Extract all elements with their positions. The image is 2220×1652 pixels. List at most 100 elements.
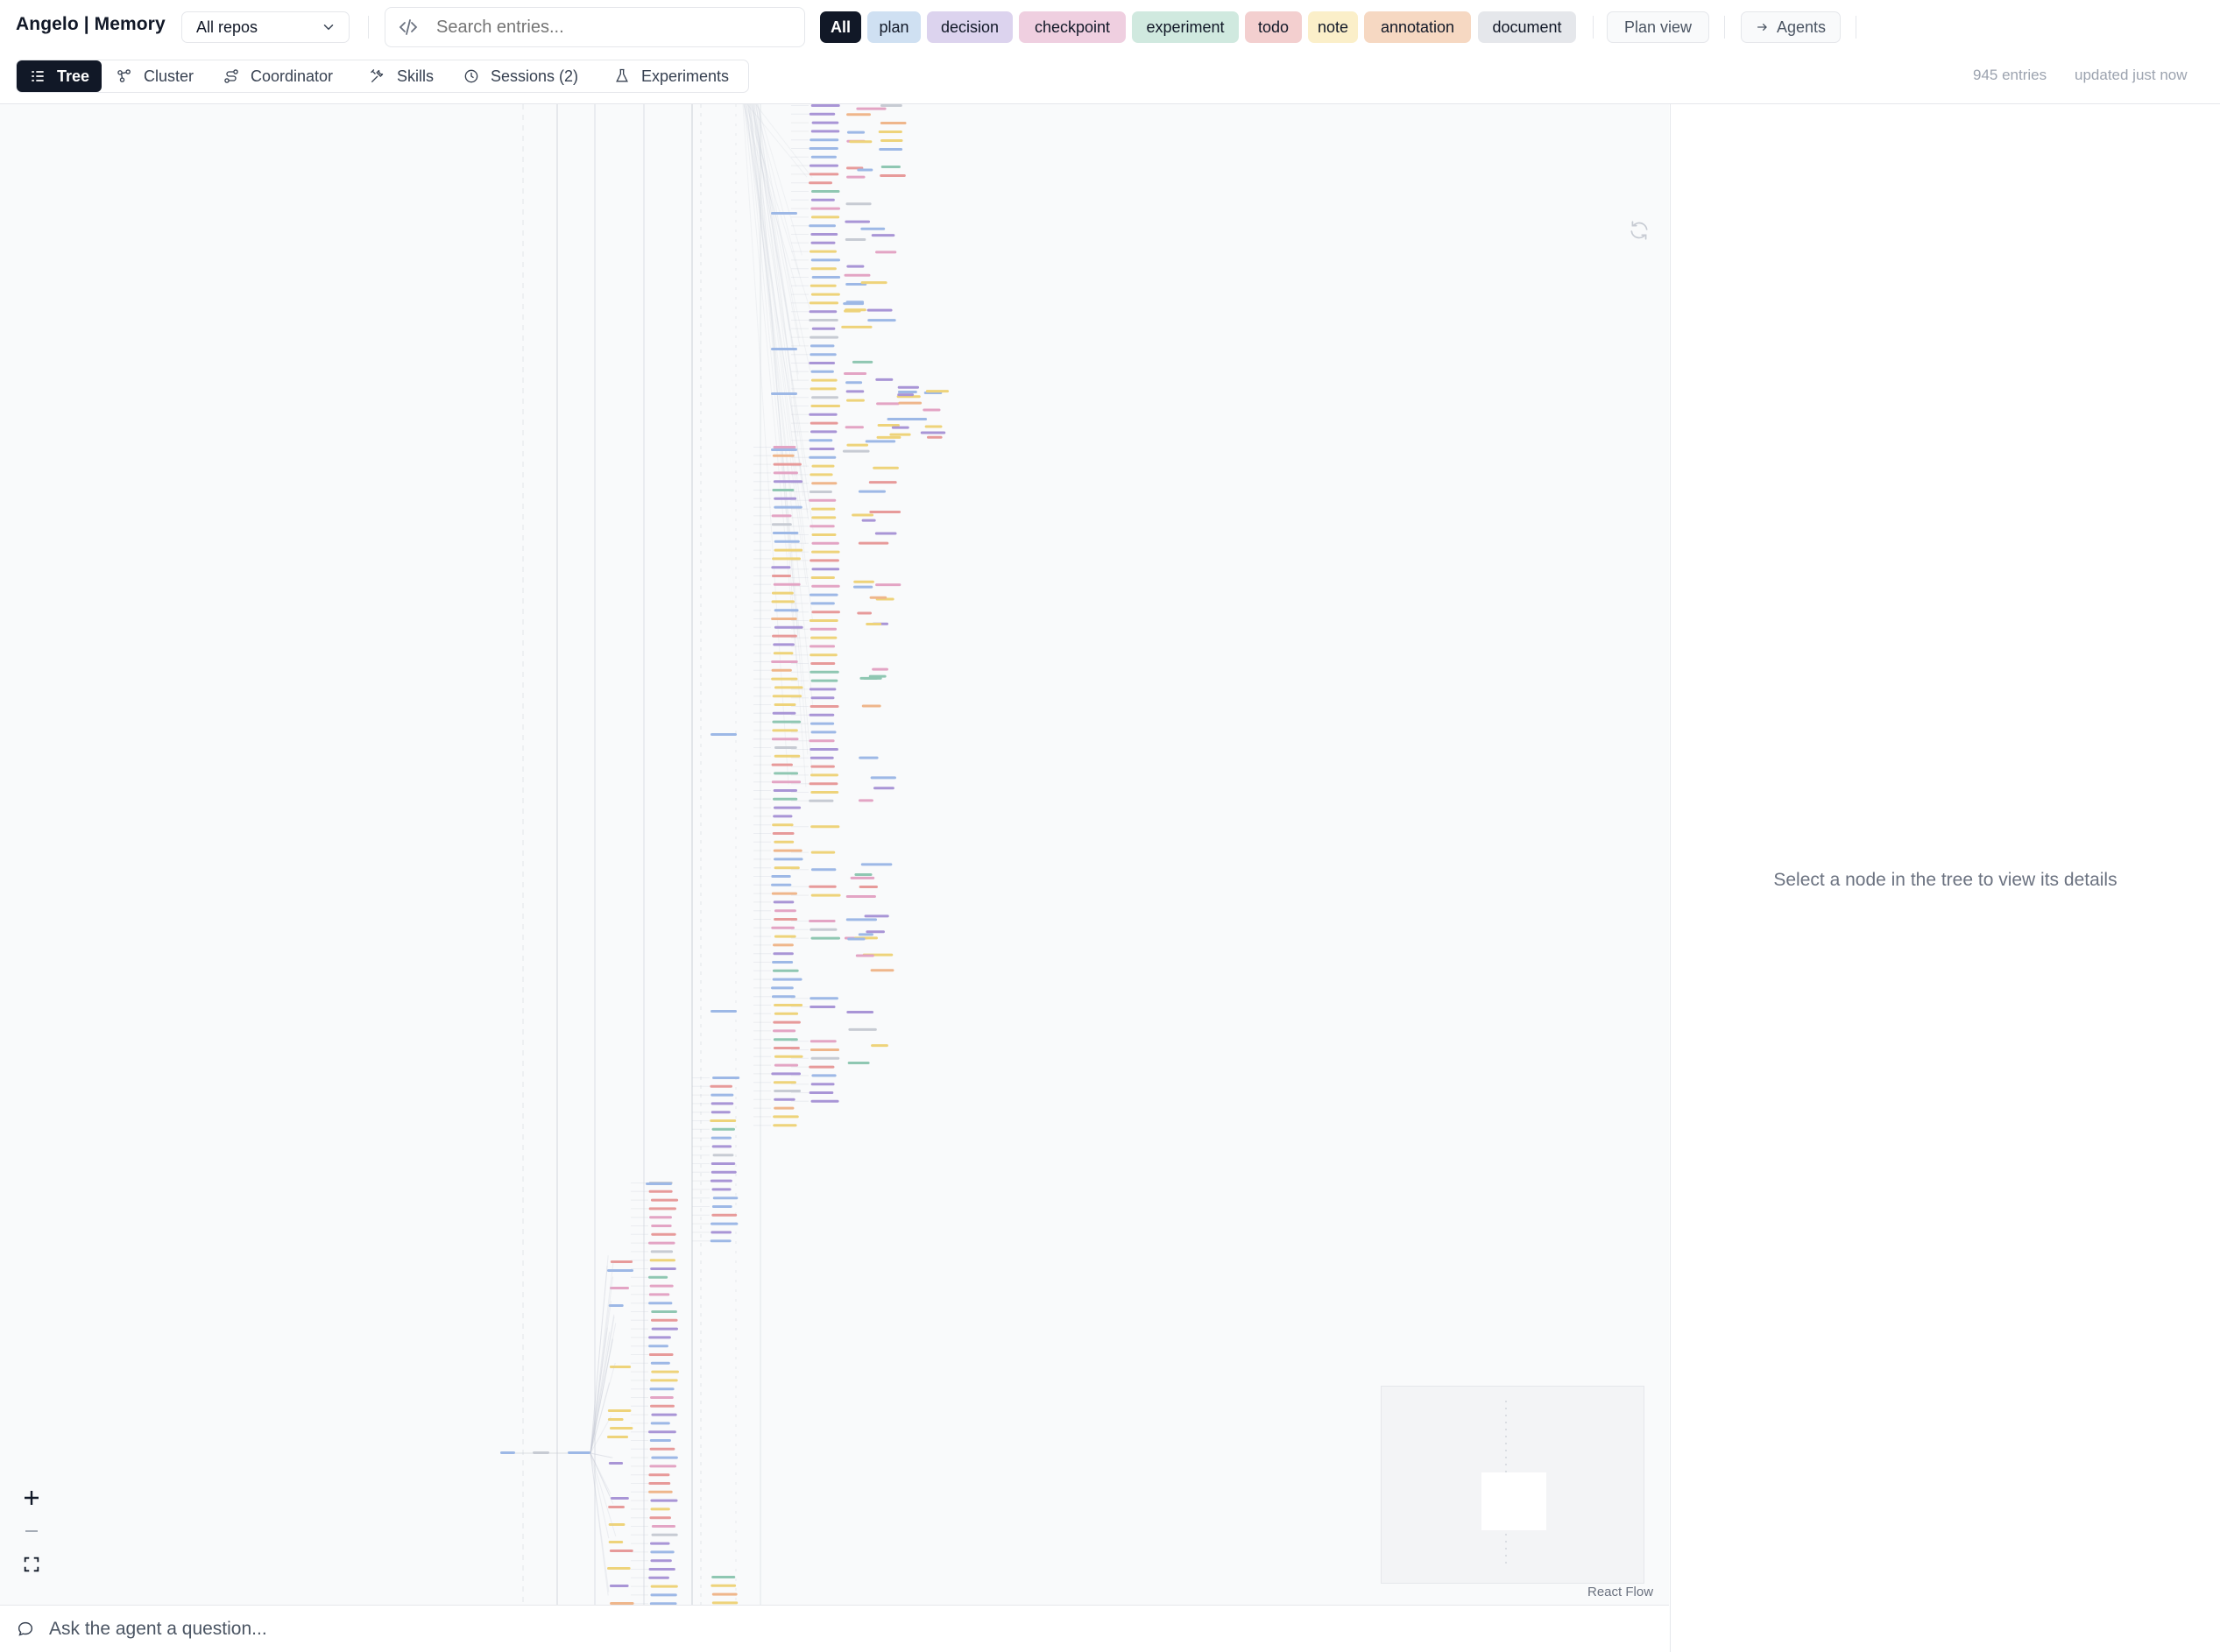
filter-chip-plan[interactable]: plan	[867, 11, 921, 43]
tree-node-decision[interactable]	[648, 1576, 669, 1579]
tree-node-annotation[interactable]	[846, 113, 871, 116]
tree-node-document[interactable]	[842, 449, 870, 453]
tree-node-document[interactable]	[848, 1027, 877, 1031]
tree-node-note[interactable]	[772, 557, 801, 561]
tree-node-note[interactable]	[609, 1366, 632, 1368]
tree-node-experiment[interactable]	[773, 797, 798, 801]
tree-node-note[interactable]	[650, 1507, 670, 1511]
tree-node-note[interactable]	[810, 215, 840, 219]
tree-node-todo[interactable]	[809, 181, 832, 185]
tree-node-note[interactable]	[710, 1119, 737, 1122]
refresh-icon[interactable]	[1628, 219, 1651, 242]
tree-node-decision[interactable]	[809, 362, 836, 364]
tree-node-checkpoint[interactable]	[876, 402, 900, 406]
tree-node-todo[interactable]	[927, 435, 943, 439]
tree-node-decision[interactable]	[809, 413, 838, 416]
tab-coordinator[interactable]: Coordinator	[210, 60, 345, 92]
tree-node-note[interactable]	[878, 131, 902, 133]
tree-node-plan[interactable]	[810, 258, 841, 262]
react-flow-attribution[interactable]: React Flow	[1587, 1585, 1653, 1599]
tree-node-todo[interactable]	[810, 421, 838, 425]
tree-node-plan[interactable]	[771, 392, 797, 395]
tree-node-plan[interactable]	[771, 883, 792, 886]
tree-node-plan[interactable]	[650, 1593, 677, 1597]
tree-node-plan[interactable]	[810, 731, 837, 734]
tree-node-note[interactable]	[811, 550, 840, 554]
tree-node-checkpoint[interactable]	[810, 627, 838, 631]
tree-node-todo[interactable]	[810, 662, 836, 665]
tree-node-decision[interactable]	[846, 1010, 874, 1013]
tree-node-todo[interactable]	[711, 1213, 738, 1217]
tree-node-document[interactable]	[774, 746, 797, 749]
tree-node-note[interactable]	[774, 686, 803, 689]
agents-button[interactable]: Agents	[1741, 11, 1841, 43]
tree-node-checkpoint[interactable]	[609, 1287, 629, 1289]
tree-node-todo[interactable]	[868, 481, 897, 484]
tree-node-checkpoint[interactable]	[649, 1284, 674, 1288]
tree-node-note[interactable]	[774, 754, 801, 758]
tree-node-todo[interactable]	[710, 1084, 732, 1088]
tree-node-todo[interactable]	[648, 1482, 671, 1485]
tree-node-checkpoint[interactable]	[811, 584, 840, 588]
ask-agent-input[interactable]	[47, 1617, 1453, 1641]
tree-node-experiment[interactable]	[772, 720, 802, 724]
tree-node-note[interactable]	[810, 293, 840, 296]
tab-skills[interactable]: Skills	[357, 60, 446, 92]
tree-node-note[interactable]	[811, 464, 835, 468]
tree-node-plan[interactable]	[845, 381, 863, 385]
fit-view-button[interactable]	[14, 1548, 49, 1581]
tree-node-todo[interactable]	[869, 511, 901, 514]
tree-node-checkpoint[interactable]	[773, 582, 801, 586]
tree-node-todo[interactable]	[608, 1506, 625, 1508]
tree-node-experiment[interactable]	[772, 489, 795, 491]
tree-node-plan[interactable]	[897, 390, 917, 393]
tree-node-decision[interactable]	[648, 1568, 675, 1571]
tree-node-decision[interactable]	[774, 806, 802, 809]
tree-node-plan[interactable]	[771, 212, 797, 215]
tree-node-decision[interactable]	[809, 112, 836, 116]
tree-node-document[interactable]	[810, 1056, 840, 1060]
tree-node-decision[interactable]	[711, 1170, 737, 1174]
tree-node-checkpoint[interactable]	[771, 926, 795, 929]
tree-node-plan[interactable]	[809, 593, 838, 597]
tree-node-decision[interactable]	[710, 1179, 732, 1183]
tree-node-plan[interactable]	[711, 1093, 734, 1097]
tree-node-plan[interactable]	[500, 1451, 515, 1454]
tree-node-todo[interactable]	[648, 1473, 670, 1477]
tree-node-checkpoint[interactable]	[810, 1040, 837, 1043]
tree-node-annotation[interactable]	[810, 1048, 840, 1051]
tree-node-checkpoint[interactable]	[858, 799, 873, 802]
tree-node-decision[interactable]	[897, 393, 915, 397]
tree-node-note[interactable]	[849, 140, 873, 144]
tree-node-decision[interactable]	[810, 104, 840, 107]
tree-node-decision[interactable]	[891, 426, 909, 429]
tree-node-note[interactable]	[773, 652, 794, 655]
tree-node-note[interactable]	[852, 513, 874, 517]
tree-node-document[interactable]	[810, 928, 838, 931]
tree-node-decision[interactable]	[810, 130, 840, 133]
tree-node-todo[interactable]	[649, 1447, 675, 1451]
tree-node-plan[interactable]	[648, 1345, 668, 1348]
tree-node-plan[interactable]	[650, 1361, 670, 1365]
tree-node-annotation[interactable]	[870, 969, 894, 972]
tree-node-plan[interactable]	[857, 168, 873, 172]
tree-node-note[interactable]	[607, 1409, 632, 1412]
tree-node-note[interactable]	[773, 1115, 799, 1119]
tree-node-checkpoint[interactable]	[811, 541, 839, 545]
tree-node-annotation[interactable]	[772, 454, 795, 457]
tree-node-document[interactable]	[845, 238, 866, 241]
tree-node-decision[interactable]	[711, 1102, 734, 1105]
tree-node-decision[interactable]	[809, 713, 835, 717]
filter-chip-document[interactable]: document	[1478, 11, 1576, 43]
tree-node-plan[interactable]	[810, 722, 835, 725]
tree-node-checkpoint[interactable]	[875, 583, 901, 587]
tree-node-todo[interactable]	[609, 1550, 633, 1552]
tree-node-decision[interactable]	[650, 1267, 676, 1270]
tree-node-decision[interactable]	[810, 233, 838, 236]
tree-node-plan[interactable]	[711, 1205, 732, 1208]
tree-node-annotation[interactable]	[774, 1106, 795, 1110]
tree-node-todo[interactable]	[773, 462, 802, 466]
tree-node-note[interactable]	[841, 325, 873, 328]
tree-node-decision[interactable]	[920, 431, 946, 434]
tree-node-plan[interactable]	[858, 490, 887, 493]
